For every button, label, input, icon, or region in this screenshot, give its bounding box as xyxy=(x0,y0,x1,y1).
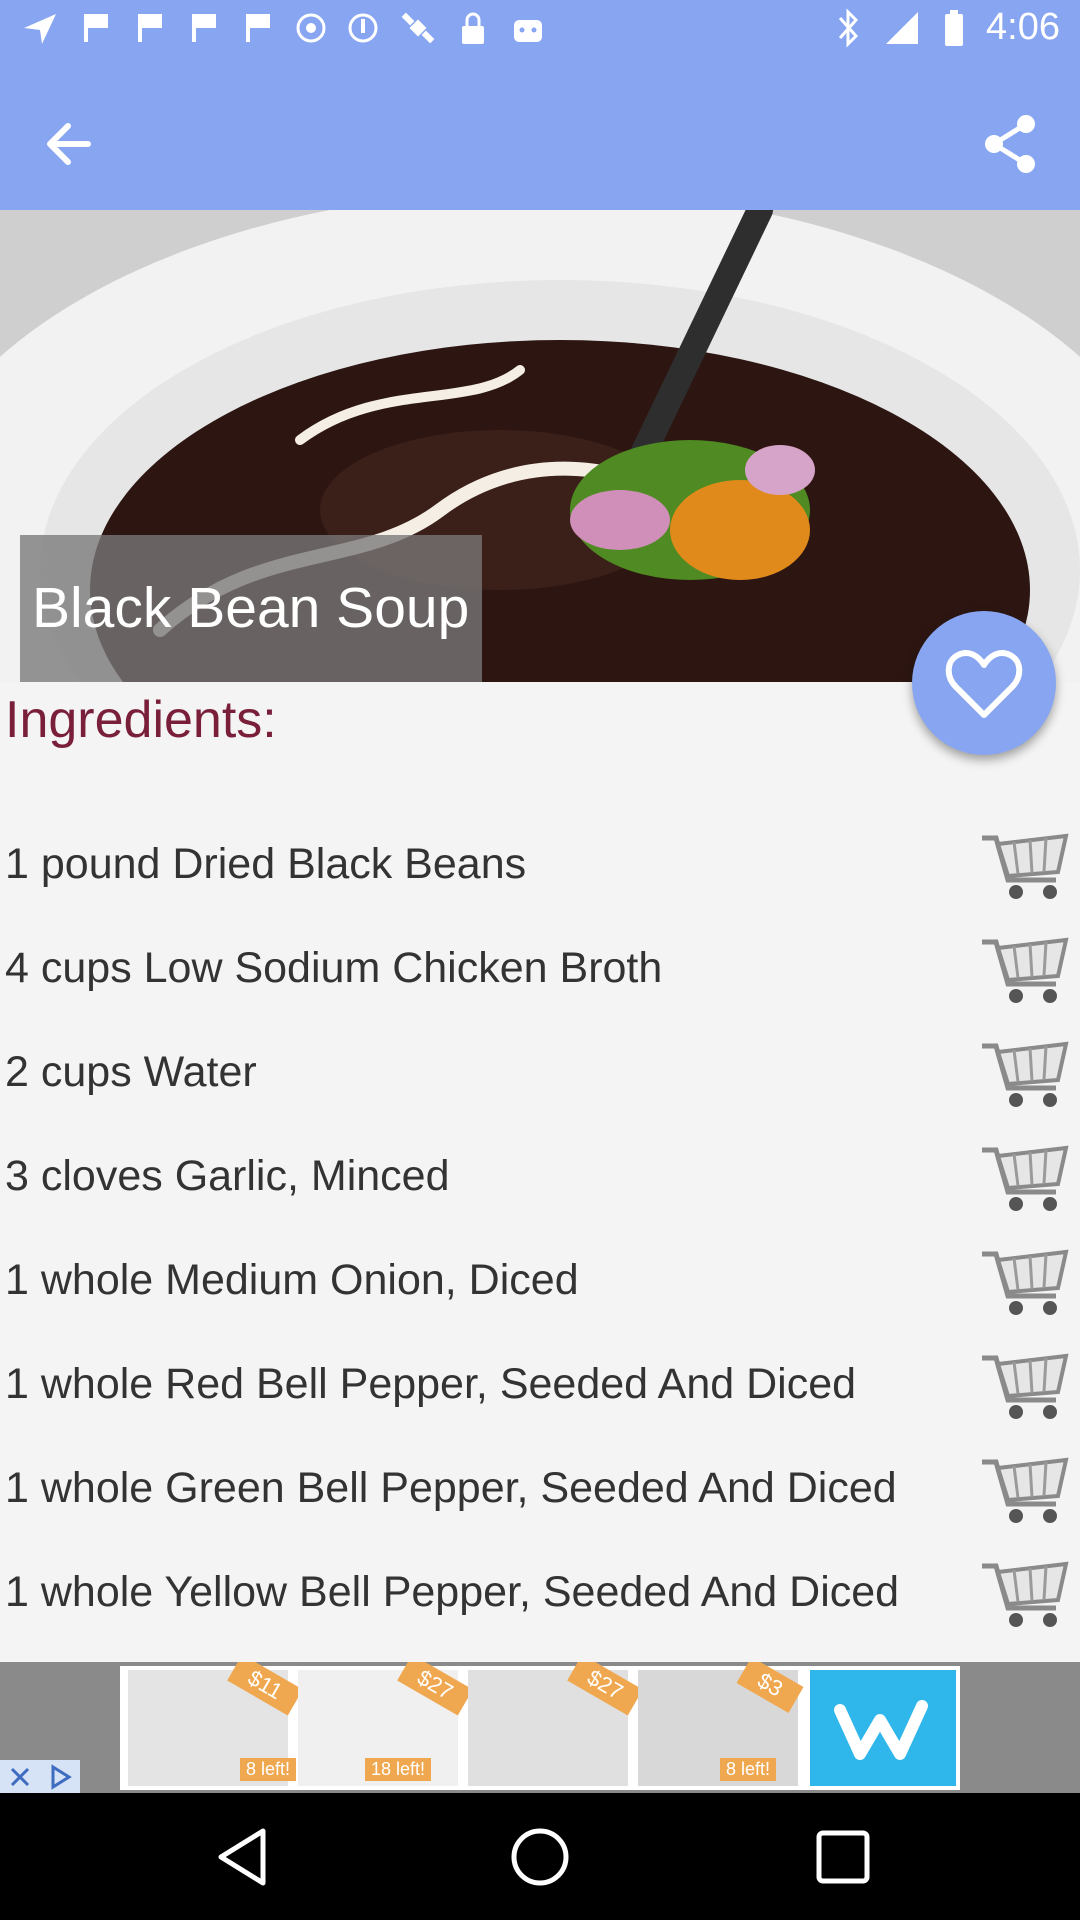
add-to-cart-button[interactable] xyxy=(974,914,1074,1014)
add-to-cart-button[interactable] xyxy=(974,1122,1074,1222)
add-to-cart-button[interactable] xyxy=(974,1226,1074,1326)
nav-recents-icon xyxy=(816,1830,870,1884)
ad-close-button[interactable] xyxy=(0,1760,80,1793)
app-toolbar xyxy=(0,66,1080,210)
add-to-cart-button[interactable] xyxy=(974,1018,1074,1118)
share-icon xyxy=(985,115,1035,173)
cart-icon xyxy=(982,1457,1069,1523)
satellite-icon xyxy=(401,12,435,44)
share-button[interactable] xyxy=(970,104,1050,184)
ingredient-text: 1 whole Green Bell Pepper, Seeded And Di… xyxy=(5,1464,897,1512)
ad-stock-label: 8 left! xyxy=(240,1758,297,1781)
nav-back-button[interactable] xyxy=(205,1817,285,1897)
nav-recents-button[interactable] xyxy=(803,1817,883,1897)
signal-icon xyxy=(886,11,919,44)
recipe-title: Black Bean Soup xyxy=(32,576,470,640)
ingredient-row: 1 whole Red Bell Pepper, Seeded And Dice… xyxy=(0,1330,1080,1434)
ad-stock-label: 8 left! xyxy=(720,1758,777,1781)
android-icon xyxy=(514,20,542,42)
ingredient-row: 1 pound Dried Black Beans xyxy=(0,810,1080,914)
ingredient-text: 1 pound Dried Black Beans xyxy=(5,840,527,888)
ad-content[interactable]: $11 8 left! $27 18 left! $27 $3 8 left! xyxy=(120,1662,960,1790)
ingredient-row: 1 whole Green Bell Pepper, Seeded And Di… xyxy=(0,1434,1080,1538)
cart-icon xyxy=(982,1145,1069,1211)
ingredient-row: 3 cloves Garlic, Minced xyxy=(0,1122,1080,1226)
record-icon xyxy=(296,13,326,43)
ingredient-text: 2 cups Water xyxy=(5,1048,257,1096)
ingredient-text: 1 whole Medium Onion, Diced xyxy=(5,1256,579,1304)
cart-icon xyxy=(982,1249,1069,1315)
cart-icon xyxy=(982,1561,1069,1627)
cart-icon xyxy=(982,833,1069,899)
ingredient-text: 3 cloves Garlic, Minced xyxy=(5,1152,450,1200)
close-icon xyxy=(10,1767,29,1786)
add-to-cart-button[interactable] xyxy=(974,1434,1074,1534)
flag-icon xyxy=(246,14,270,42)
power-icon xyxy=(348,13,378,43)
adchoices-icon xyxy=(51,1763,72,1790)
flag-icon xyxy=(192,14,216,42)
ingredient-row: 2 cups Water xyxy=(0,1018,1080,1122)
system-nav-bar xyxy=(0,1793,1080,1920)
ad-banner[interactable]: $11 8 left! $27 18 left! $27 $3 8 left! xyxy=(0,1662,1080,1793)
add-to-cart-button[interactable] xyxy=(974,1330,1074,1430)
back-button[interactable] xyxy=(30,104,110,184)
heart-icon xyxy=(945,650,1023,718)
status-time: 4:06 xyxy=(986,6,1060,48)
navigation-icon xyxy=(24,14,56,44)
status-notification-icons xyxy=(20,8,548,48)
add-to-cart-button[interactable] xyxy=(974,1538,1074,1638)
nav-home-icon xyxy=(511,1828,569,1886)
ingredients-heading: Ingredients: xyxy=(5,691,277,749)
cart-icon xyxy=(982,1353,1069,1419)
bluetooth-icon xyxy=(838,7,859,48)
ingredient-row: 4 cups Low Sodium Chicken Broth xyxy=(0,914,1080,1018)
add-to-cart-button[interactable] xyxy=(974,810,1074,910)
battery-icon xyxy=(945,9,964,46)
flag-icon xyxy=(138,14,162,42)
wish-logo-icon xyxy=(810,1670,956,1786)
ingredient-text: 1 whole Red Bell Pepper, Seeded And Dice… xyxy=(5,1360,857,1408)
cart-icon xyxy=(982,1041,1069,1107)
status-bar: 4:06 xyxy=(0,0,1080,66)
nav-home-button[interactable] xyxy=(500,1817,580,1897)
back-arrow-icon xyxy=(47,123,91,165)
flag-icon xyxy=(84,14,108,42)
ad-stock-label: 18 left! xyxy=(365,1758,432,1781)
ingredient-text: 1 whole Yellow Bell Pepper, Seeded And D… xyxy=(5,1568,900,1616)
ingredient-row: 1 whole Medium Onion, Diced xyxy=(0,1226,1080,1330)
nav-back-icon xyxy=(218,1828,266,1886)
recipe-title-banner: Black Bean Soup xyxy=(20,535,482,682)
ingredient-text: 4 cups Low Sodium Chicken Broth xyxy=(5,944,663,992)
status-system-icons: 4:06 xyxy=(834,6,1060,49)
ingredient-row: 1 whole Yellow Bell Pepper, Seeded And D… xyxy=(0,1538,1080,1642)
cart-icon xyxy=(982,937,1069,1003)
lock-icon xyxy=(462,12,484,44)
favorite-button[interactable] xyxy=(912,611,1056,755)
